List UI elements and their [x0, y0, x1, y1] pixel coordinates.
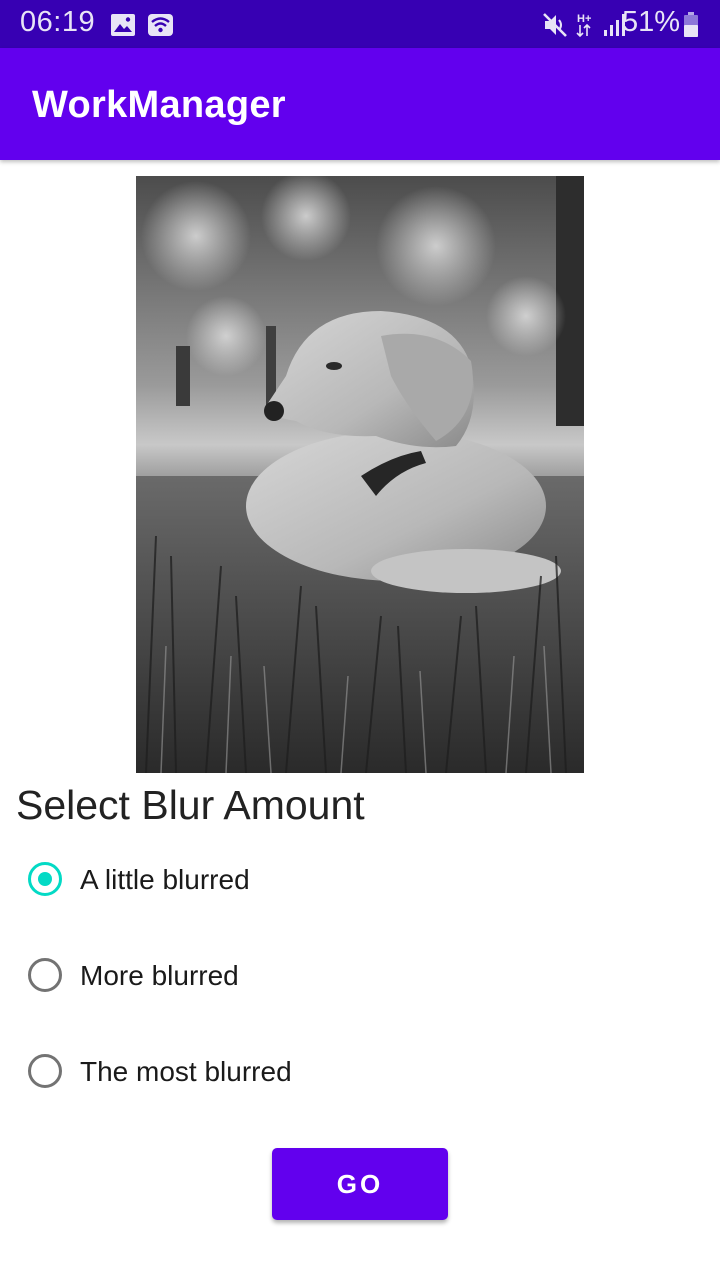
app-title: WorkManager	[32, 84, 286, 126]
radio-unchecked-icon[interactable]	[28, 958, 62, 992]
mute-icon	[543, 13, 567, 37]
status-left-icons	[111, 14, 173, 36]
dog-photo	[136, 176, 584, 773]
radio-option-most[interactable]: The most blurred	[24, 1037, 524, 1109]
battery-percent: 51%	[622, 6, 681, 38]
radio-option-little[interactable]: A little blurred	[24, 845, 524, 917]
radio-unchecked-icon[interactable]	[28, 1054, 62, 1088]
radio-checked-icon[interactable]	[28, 862, 62, 896]
select-blur-title: Select Blur Amount	[16, 782, 365, 828]
go-button[interactable]: GO	[272, 1148, 448, 1220]
radio-label: More blurred	[80, 960, 239, 991]
status-time: 06:19	[20, 6, 96, 38]
dog-photo-image	[136, 176, 584, 773]
network-type-icon: H+	[576, 13, 591, 38]
status-bar: 06:19 H+ 51%	[0, 0, 720, 48]
radio-dot	[38, 872, 52, 886]
radio-label: A little blurred	[80, 864, 250, 895]
radio-label: The most blurred	[80, 1056, 292, 1087]
wifi-icon	[148, 14, 173, 36]
network-type-label: H+	[577, 13, 591, 25]
battery-icon	[684, 12, 698, 37]
gallery-icon	[111, 14, 135, 36]
app-bar: WorkManager	[0, 48, 720, 160]
radio-option-more[interactable]: More blurred	[24, 941, 524, 1013]
